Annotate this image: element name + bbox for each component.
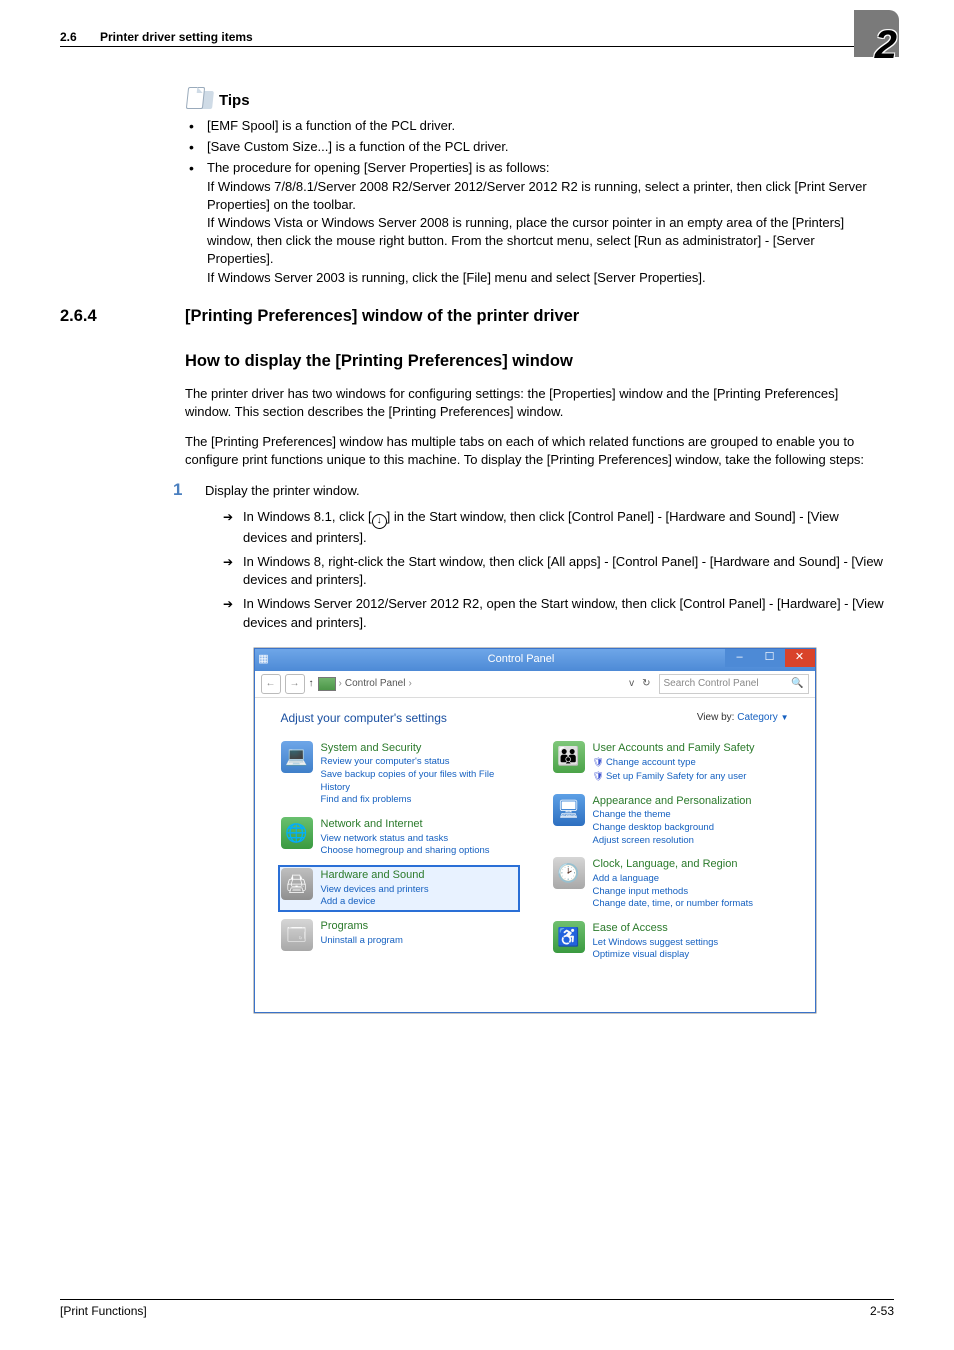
breadcrumb-label: Control Panel	[345, 677, 406, 691]
category-item[interactable]: 👪 User Accounts and Family SafetyChange a…	[553, 741, 789, 784]
substep: In Windows 8, right-click the Start wind…	[205, 553, 884, 589]
category-sublink[interactable]: Choose homegroup and sharing options	[321, 845, 490, 858]
tips-list: [EMF Spool] is a function of the PCL dri…	[185, 117, 884, 287]
section-heading-number: 2.6.4	[60, 305, 185, 328]
chapter-number: 2	[875, 23, 897, 68]
section-heading-text: [Printing Preferences] window of the pri…	[185, 305, 579, 328]
adjust-settings-heading: Adjust your computer's settings	[281, 710, 447, 727]
footer-page-number: 2-53	[870, 1304, 894, 1318]
category-icon: 🖨	[281, 868, 313, 900]
categories-left-column: 💻 System and SecurityReview your computer…	[281, 741, 517, 963]
category-icon: 🌐	[281, 817, 313, 849]
category-icon: 🕑	[553, 857, 585, 889]
category-title[interactable]: User Accounts and Family Safety	[593, 741, 755, 756]
minimize-button[interactable]: –	[725, 649, 755, 667]
search-icon: 🔍	[791, 677, 803, 691]
running-header: 2.6 Printer driver setting items	[60, 30, 894, 47]
chapter-tab: 2	[839, 10, 899, 65]
substep: In Windows 8.1, click [↓] in the Start w…	[205, 508, 884, 547]
step-number: 1	[173, 478, 205, 634]
window-titlebar: ▦ Control Panel – ☐ ✕	[255, 649, 815, 671]
category-item[interactable]: 🖨 Hardware and SoundView devices and prin…	[279, 866, 519, 911]
category-title[interactable]: Network and Internet	[321, 817, 490, 832]
category-title[interactable]: Clock, Language, and Region	[593, 857, 754, 872]
address-bar: ← → ↑ › Control Panel › v ↻ Search Contr…	[255, 671, 815, 698]
maximize-button[interactable]: ☐	[755, 649, 785, 667]
step-substeps: In Windows 8.1, click [↓] in the Start w…	[205, 508, 884, 632]
category-sublink[interactable]: Add a device	[321, 896, 429, 909]
tips-item: [EMF Spool] is a function of the PCL dri…	[185, 117, 884, 135]
tips-item: [Save Custom Size...] is a function of t…	[185, 138, 884, 156]
window-icon: ▦	[255, 652, 273, 667]
forward-button[interactable]: →	[285, 674, 305, 694]
category-sublink[interactable]: Change the theme	[593, 809, 752, 822]
back-button[interactable]: ←	[261, 674, 281, 694]
breadcrumb[interactable]: › Control Panel ›	[318, 677, 626, 691]
intro-paragraph-1: The printer driver has two windows for c…	[185, 385, 884, 421]
tips-heading: Tips	[185, 87, 884, 111]
category-title[interactable]: Programs	[321, 919, 403, 934]
view-by[interactable]: View by: Category ▼	[697, 711, 789, 725]
page-footer: [Print Functions] 2-53	[60, 1299, 894, 1318]
category-sublink[interactable]: View network status and tasks	[321, 833, 490, 846]
close-button[interactable]: ✕	[785, 649, 815, 667]
search-placeholder: Search Control Panel	[664, 677, 759, 691]
categories-right-column: 👪 User Accounts and Family SafetyChange a…	[553, 741, 789, 963]
up-button[interactable]: ↑	[309, 677, 314, 691]
category-icon: 🗔	[281, 919, 313, 951]
category-sublink[interactable]: Save backup copies of your files with Fi…	[321, 769, 517, 795]
category-title[interactable]: Hardware and Sound	[321, 868, 429, 883]
category-item[interactable]: ♿ Ease of AccessLet Windows suggest setti…	[553, 921, 789, 962]
category-sublink[interactable]: Add a language	[593, 873, 754, 886]
category-item[interactable]: 🕑 Clock, Language, and RegionAdd a langua…	[553, 857, 789, 911]
category-title[interactable]: Ease of Access	[593, 921, 719, 936]
chevron-down-icon: ▼	[781, 713, 789, 722]
category-sublink[interactable]: Set up Family Safety for any user	[593, 770, 755, 784]
category-sublink[interactable]: Change desktop background	[593, 822, 752, 835]
header-section-number: 2.6	[60, 30, 100, 44]
address-dropdown[interactable]: v	[629, 677, 634, 691]
category-icon: 🖥	[553, 794, 585, 826]
tips-item: The procedure for opening [Server Proper…	[185, 159, 884, 286]
section-heading-264: 2.6.4 [Printing Preferences] window of t…	[60, 305, 884, 328]
category-sublink[interactable]: Review your computer's status	[321, 756, 517, 769]
subsection-heading: How to display the [Printing Preferences…	[185, 350, 884, 373]
footer-left: [Print Functions]	[60, 1304, 870, 1318]
category-sublink[interactable]: Change input methods	[593, 886, 754, 899]
substep: In Windows Server 2012/Server 2012 R2, o…	[205, 595, 884, 631]
refresh-button[interactable]: ↻	[638, 677, 654, 691]
control-panel-icon	[318, 677, 336, 691]
category-sublink[interactable]: View devices and printers	[321, 884, 429, 897]
category-item[interactable]: 🗔 ProgramsUninstall a program	[281, 919, 517, 951]
category-sublink[interactable]: Change date, time, or number formats	[593, 898, 754, 911]
category-item[interactable]: 💻 System and SecurityReview your computer…	[281, 741, 517, 808]
category-item[interactable]: 🌐 Network and InternetView network status…	[281, 817, 517, 858]
step-text: Display the printer window.	[205, 482, 884, 500]
step-1: 1 Display the printer window. In Windows…	[173, 482, 884, 638]
tips-icon	[185, 87, 213, 111]
search-input[interactable]: Search Control Panel 🔍	[659, 674, 809, 694]
tips-heading-text: Tips	[219, 90, 250, 111]
intro-paragraph-2: The [Printing Preferences] window has mu…	[185, 433, 884, 469]
category-icon: 👪	[553, 741, 585, 773]
down-arrow-circle-icon: ↓	[372, 514, 387, 529]
category-sublink[interactable]: Let Windows suggest settings	[593, 937, 719, 950]
category-sublink[interactable]: Adjust screen resolution	[593, 835, 752, 848]
category-sublink[interactable]: Optimize visual display	[593, 949, 719, 962]
category-title[interactable]: System and Security	[321, 741, 517, 756]
control-panel-screenshot: ▦ Control Panel – ☐ ✕ ← → ↑ › Control Pa…	[254, 648, 816, 1013]
category-sublink[interactable]: Find and fix problems	[321, 794, 517, 807]
category-title[interactable]: Appearance and Personalization	[593, 794, 752, 809]
category-icon: 💻	[281, 741, 313, 773]
category-sublink[interactable]: Uninstall a program	[321, 935, 403, 948]
category-sublink[interactable]: Change account type	[593, 756, 755, 770]
category-icon: ♿	[553, 921, 585, 953]
category-item[interactable]: 🖥 Appearance and PersonalizationChange th…	[553, 794, 789, 848]
header-section-title: Printer driver setting items	[100, 30, 894, 44]
